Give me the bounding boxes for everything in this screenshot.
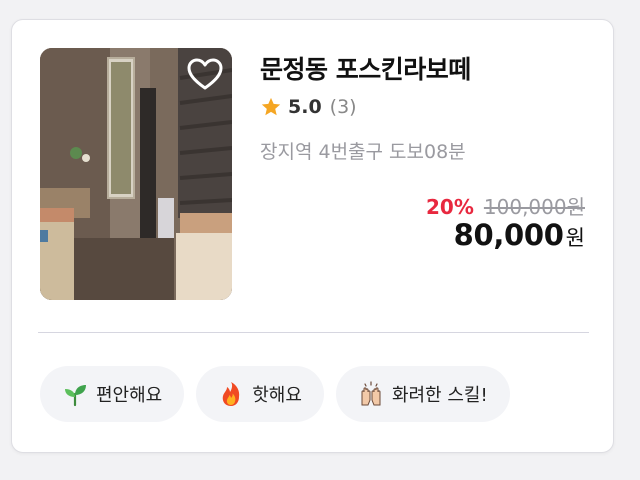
tag-comfortable[interactable]: 편안해요 xyxy=(40,366,185,422)
listing-thumbnail[interactable] xyxy=(40,48,232,300)
location-text: 장지역 4번출구 도보08분 xyxy=(260,141,466,163)
sprout-icon xyxy=(65,385,86,407)
tag-hot[interactable]: 핫해요 xyxy=(196,366,324,422)
divider xyxy=(38,332,589,333)
sale-price: 80,000 xyxy=(453,218,564,252)
original-price: 100,000원 xyxy=(483,195,585,219)
rating-value: 5.0 xyxy=(288,96,322,118)
review-tags: 편안해요 핫해요 화려한 스킬! xyxy=(40,366,510,422)
flame-icon xyxy=(223,382,240,406)
tag-label: 화려한 스킬! xyxy=(391,385,488,406)
star-icon xyxy=(261,97,281,116)
tag-label: 핫해요 xyxy=(252,385,302,406)
listing-title[interactable]: 문정동 포스킨라보떼 xyxy=(260,50,471,86)
tag-skill[interactable]: 화려한 스킬! xyxy=(335,366,510,422)
favorite-heart-icon[interactable] xyxy=(186,56,224,94)
price-row: 80,000 원 xyxy=(454,218,585,252)
listing-card[interactable]: 문정동 포스킨라보떼 5.0 (3) 장지역 4번출구 도보08분 20% 10… xyxy=(11,19,614,453)
discount-rate: 20% xyxy=(426,195,474,219)
review-count: (3) xyxy=(329,96,357,118)
discount-row: 20% 100,000원 xyxy=(426,191,585,220)
tag-label: 편안해요 xyxy=(96,385,163,406)
clapping-hands-icon xyxy=(361,381,381,406)
rating: 5.0 (3) xyxy=(260,96,357,118)
price-unit: 원 xyxy=(565,226,585,250)
